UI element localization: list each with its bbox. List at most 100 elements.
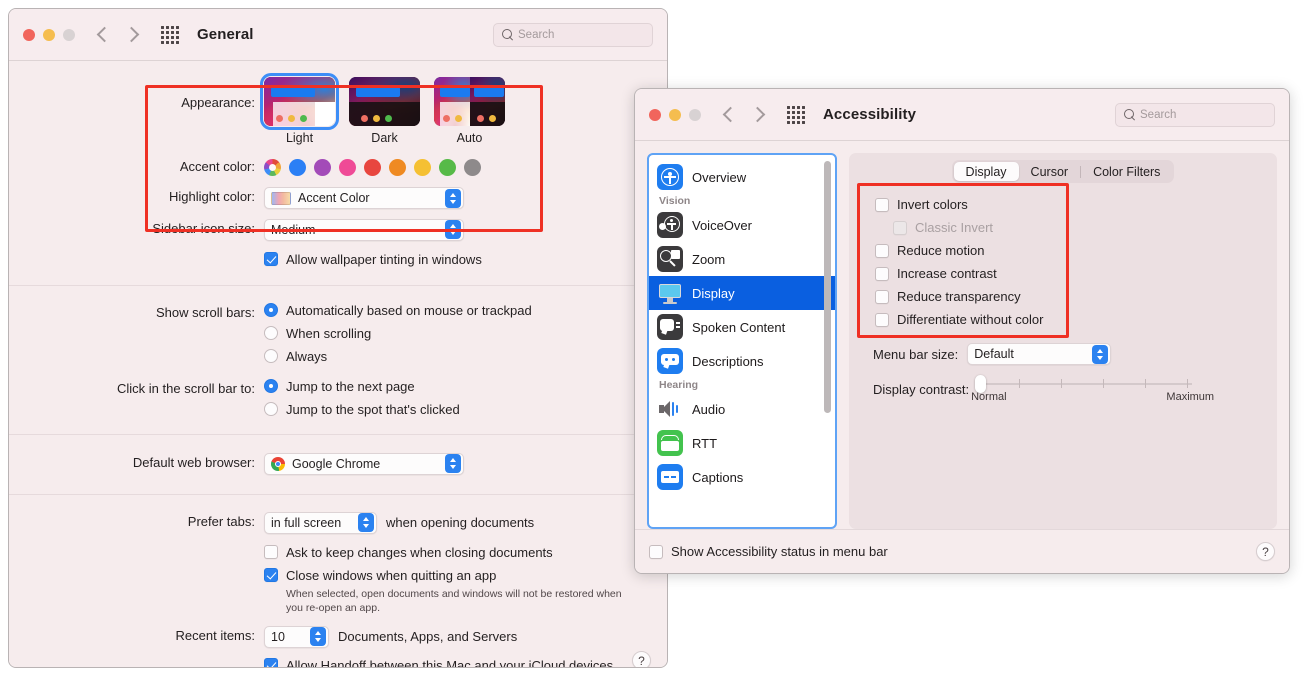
- zoom-button[interactable]: [689, 109, 701, 121]
- status-menu-bar-checkbox[interactable]: Show Accessibility status in menu bar: [649, 544, 888, 559]
- show-all-grid-icon[interactable]: [787, 106, 805, 124]
- tab-group[interactable]: Display Cursor Color Filters: [952, 160, 1175, 183]
- checkbox-icon[interactable]: [875, 267, 889, 281]
- accent-swatch-multicolor[interactable]: [264, 159, 281, 176]
- click-option-next-page[interactable]: Jump to the next page: [264, 379, 667, 394]
- scrollbar-option-automatic[interactable]: Automatically based on mouse or trackpad: [264, 303, 667, 318]
- general-help-button[interactable]: ?: [632, 651, 651, 668]
- accent-swatch-pink[interactable]: [339, 159, 356, 176]
- click-option-spot-clicked[interactable]: Jump to the spot that's clicked: [264, 402, 667, 417]
- accent-swatch-green[interactable]: [439, 159, 456, 176]
- zoom-button[interactable]: [63, 29, 75, 41]
- accessibility-sidebar[interactable]: Overview Vision VoiceOver: [647, 153, 837, 529]
- default-web-browser-select[interactable]: Google Chrome: [264, 453, 464, 475]
- accent-color-row: Accent color:: [9, 157, 667, 176]
- tab-display[interactable]: Display: [954, 162, 1019, 181]
- accent-swatch-orange[interactable]: [389, 159, 406, 176]
- radio-icon[interactable]: [264, 402, 278, 416]
- sidebar-item-descriptions[interactable]: Descriptions: [649, 344, 835, 378]
- radio-icon[interactable]: [264, 303, 278, 317]
- chevron-updown-icon[interactable]: [310, 627, 326, 646]
- scrollbar-option-when-scrolling[interactable]: When scrolling: [264, 326, 667, 341]
- wallpaper-tinting-checkbox[interactable]: Allow wallpaper tinting in windows: [264, 252, 667, 267]
- checkbox-icon[interactable]: [875, 313, 889, 327]
- checkbox-icon[interactable]: [875, 198, 889, 212]
- checkbox-icon[interactable]: [875, 244, 889, 258]
- recent-items-select[interactable]: 10: [264, 626, 329, 648]
- back-icon[interactable]: [723, 107, 739, 123]
- checkbox-icon[interactable]: [264, 658, 278, 668]
- display-contrast-slider[interactable]: [977, 382, 1192, 386]
- accent-swatch-blue[interactable]: [289, 159, 306, 176]
- checkbox-icon[interactable]: [264, 545, 278, 559]
- minimize-button[interactable]: [43, 29, 55, 41]
- handoff-checkbox[interactable]: Allow Handoff between this Mac and your …: [264, 658, 667, 669]
- appearance-thumb-dark[interactable]: [349, 77, 420, 126]
- accent-swatch-purple[interactable]: [314, 159, 331, 176]
- chevron-updown-icon[interactable]: [445, 220, 461, 239]
- ask-keep-changes-row: Ask to keep changes when closing documen…: [9, 545, 667, 615]
- appearance-option-light[interactable]: Light: [264, 77, 335, 145]
- differentiate-without-color-checkbox[interactable]: Differentiate without color: [875, 312, 1277, 327]
- menu-bar-size-select[interactable]: Default: [967, 343, 1111, 365]
- sidebar-item-display[interactable]: Display: [649, 276, 835, 310]
- appearance-option-auto[interactable]: Auto: [434, 77, 505, 145]
- chevron-updown-icon[interactable]: [1092, 345, 1108, 364]
- search-input[interactable]: Search: [493, 23, 653, 47]
- increase-contrast-checkbox[interactable]: Increase contrast: [875, 266, 1277, 281]
- close-button[interactable]: [23, 29, 35, 41]
- back-icon[interactable]: [97, 27, 113, 43]
- close-button[interactable]: [649, 109, 661, 121]
- sidebar-item-voiceover[interactable]: VoiceOver: [649, 208, 835, 242]
- accent-swatch-yellow[interactable]: [414, 159, 431, 176]
- radio-icon[interactable]: [264, 349, 278, 363]
- radio-icon[interactable]: [264, 379, 278, 393]
- sidebar-item-captions[interactable]: Captions: [649, 460, 835, 494]
- recent-items-suffix: Documents, Apps, and Servers: [338, 629, 517, 644]
- show-all-grid-icon[interactable]: [161, 26, 179, 44]
- sidebar-item-zoom[interactable]: Zoom: [649, 242, 835, 276]
- checkbox-icon[interactable]: [875, 290, 889, 304]
- sidebar-item-overview[interactable]: Overview: [649, 160, 835, 194]
- window-controls[interactable]: [23, 29, 75, 41]
- nav-arrows[interactable]: [725, 109, 763, 120]
- appearance-thumb-auto[interactable]: [434, 77, 505, 126]
- tab-cursor[interactable]: Cursor: [1019, 162, 1081, 181]
- click-option-label: Jump to the next page: [286, 379, 415, 394]
- appearance-thumb-light[interactable]: [264, 77, 335, 126]
- chevron-updown-icon[interactable]: [445, 454, 461, 473]
- scrollbar-option-always[interactable]: Always: [264, 349, 667, 364]
- accent-swatch-graphite[interactable]: [464, 159, 481, 176]
- forward-icon[interactable]: [750, 107, 766, 123]
- search-input[interactable]: Search: [1115, 103, 1275, 127]
- window-controls[interactable]: [649, 109, 701, 121]
- scrollbar-option-label: When scrolling: [286, 326, 371, 341]
- sidebar-item-rtt[interactable]: RTT: [649, 426, 835, 460]
- accessibility-help-button[interactable]: ?: [1256, 542, 1275, 561]
- appearance-option-dark[interactable]: Dark: [349, 77, 420, 145]
- chevron-updown-icon[interactable]: [445, 189, 461, 208]
- appearance-options[interactable]: Light Dark: [264, 77, 667, 145]
- close-windows-checkbox[interactable]: Close windows when quitting an app: [264, 568, 667, 583]
- forward-icon[interactable]: [124, 27, 140, 43]
- ask-keep-changes-checkbox[interactable]: Ask to keep changes when closing documen…: [264, 545, 667, 560]
- reduce-motion-checkbox[interactable]: Reduce motion: [875, 243, 1277, 258]
- checkbox-icon[interactable]: [649, 545, 663, 559]
- tab-color-filters[interactable]: Color Filters: [1081, 162, 1172, 181]
- prefer-tabs-select[interactable]: in full screen: [264, 512, 377, 534]
- accent-color-swatches[interactable]: [264, 159, 667, 176]
- sidebar-item-spoken-content[interactable]: Spoken Content: [649, 310, 835, 344]
- invert-colors-checkbox[interactable]: Invert colors: [875, 197, 1277, 212]
- sidebar-icon-size-select[interactable]: Medium: [264, 219, 464, 241]
- reduce-transparency-checkbox[interactable]: Reduce transparency: [875, 289, 1277, 304]
- radio-icon[interactable]: [264, 326, 278, 340]
- highlight-color-select[interactable]: Accent Color: [264, 187, 464, 209]
- checkbox-icon[interactable]: [264, 252, 278, 266]
- minimize-button[interactable]: [669, 109, 681, 121]
- sidebar-scrollbar[interactable]: [824, 161, 831, 413]
- sidebar-item-audio[interactable]: Audio: [649, 392, 835, 426]
- chevron-updown-icon[interactable]: [358, 513, 374, 532]
- accent-swatch-red[interactable]: [364, 159, 381, 176]
- checkbox-icon[interactable]: [264, 568, 278, 582]
- nav-arrows[interactable]: [99, 29, 137, 40]
